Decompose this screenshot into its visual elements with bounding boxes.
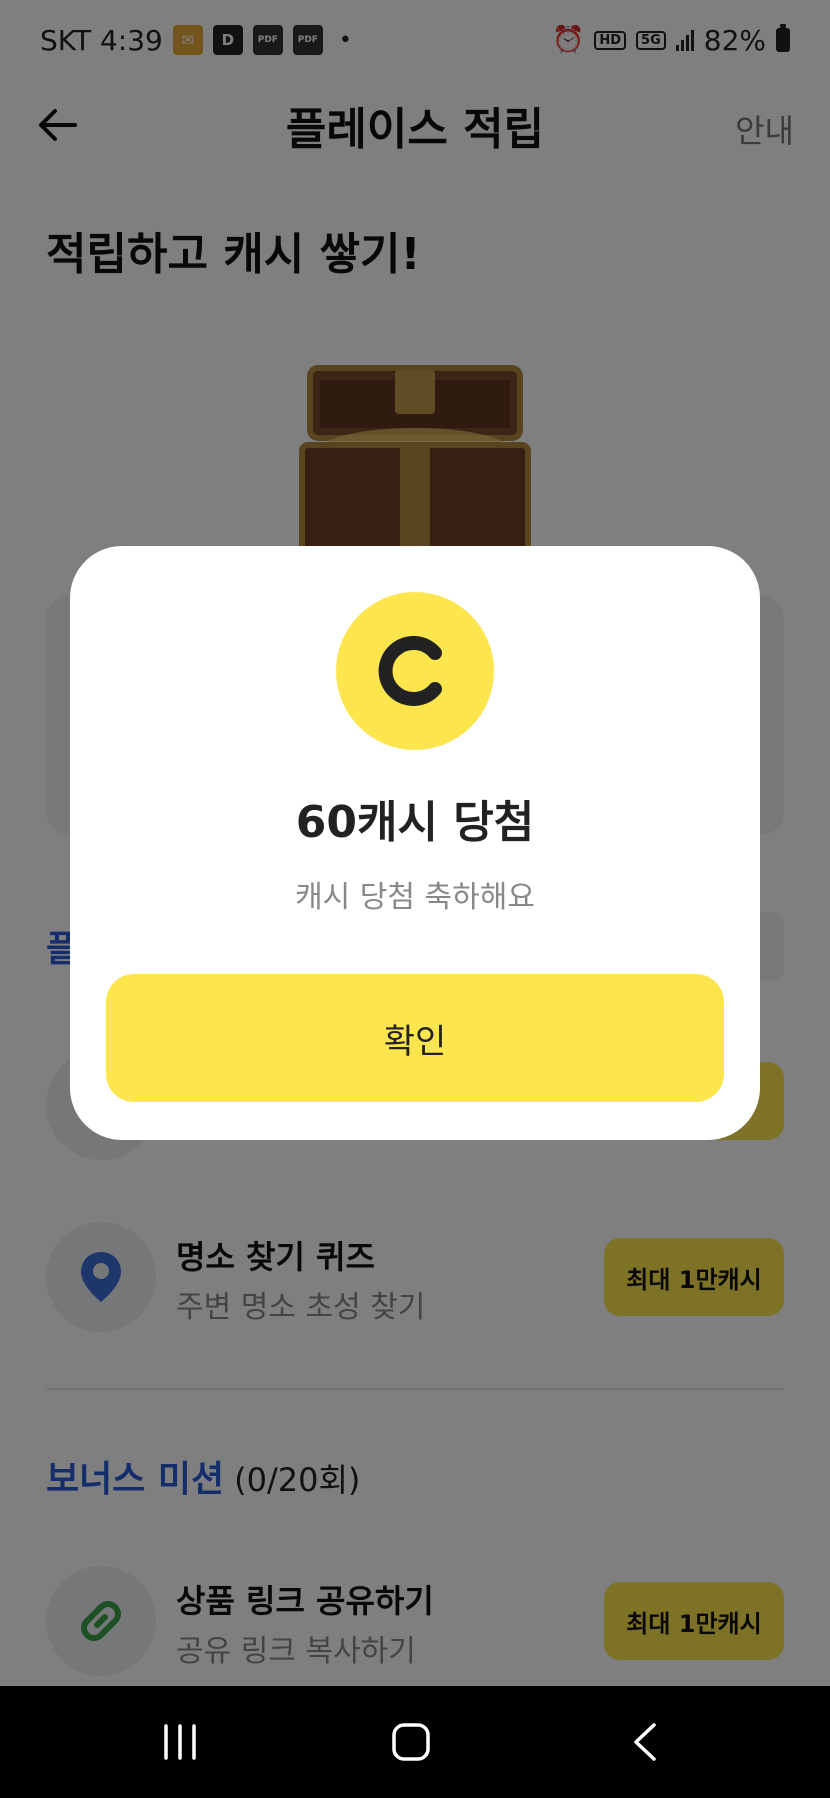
chevron-left-icon [634,1723,656,1761]
confirm-button[interactable]: 확인 [106,974,724,1102]
recent-apps-icon [164,1724,196,1760]
home-icon [392,1723,430,1761]
reward-modal: 60캐시 당첨 캐시 당첨 축하해요 확인 [70,546,760,1140]
modal-subtitle: 캐시 당첨 축하해요 [295,880,535,915]
recent-apps-button[interactable] [150,1712,210,1772]
system-navigation-bar [0,1686,830,1798]
c-letter-icon [378,636,442,706]
back-nav-button[interactable] [615,1712,675,1772]
home-button[interactable] [381,1712,441,1772]
modal-title: 60캐시 당첨 [295,797,535,848]
cash-coin-icon [336,592,494,750]
